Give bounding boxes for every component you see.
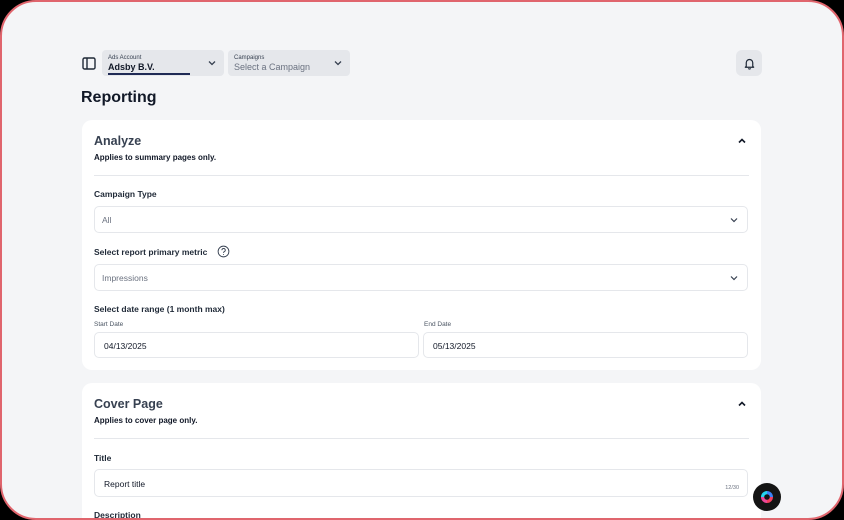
end-date-input[interactable]: 05/13/2025 (423, 332, 748, 358)
end-date-label: End Date (424, 321, 452, 328)
collapse-cover-button[interactable] (735, 397, 749, 411)
question-circle-icon[interactable] (217, 245, 230, 258)
chevron-down-icon (334, 61, 342, 66)
report-title-input[interactable]: Report title 12/30 (94, 469, 748, 497)
campaigns-caption: Campaigns (234, 55, 265, 61)
date-range-label: Select date range (1 month max) (94, 304, 225, 314)
chevron-down-icon (208, 61, 216, 66)
assistant-launcher-button[interactable] (753, 483, 781, 511)
campaign-type-select[interactable]: All (94, 206, 748, 233)
app-window: Ads Account Adsby B.V. Campaigns Select … (0, 0, 844, 520)
chevron-down-icon (730, 276, 738, 281)
campaigns-value: Select a Campaign (234, 62, 311, 72)
end-date-value: 05/13/2025 (433, 341, 476, 351)
collapse-analyze-button[interactable] (735, 134, 749, 148)
start-date-label: Start Date (94, 321, 124, 328)
chevron-up-icon (738, 138, 746, 144)
primary-metric-label: Select report primary metric (94, 247, 208, 257)
ads-account-caption: Ads Account (108, 55, 142, 61)
primary-metric-select[interactable]: Impressions (94, 264, 748, 291)
page-title: Reporting (81, 89, 157, 106)
section-divider (94, 175, 749, 176)
ads-account-underline (108, 73, 190, 75)
cover-page-title: Cover Page (94, 397, 163, 411)
chevron-down-icon (730, 218, 738, 223)
title-char-counter: 12/30 (725, 485, 739, 491)
assistant-logo-icon (761, 491, 773, 503)
cover-page-subtitle: Applies to cover page only. (94, 416, 198, 425)
start-date-input[interactable]: 04/13/2025 (94, 332, 419, 358)
sidebar-toggle-icon[interactable] (80, 54, 98, 72)
primary-metric-value: Impressions (102, 273, 148, 283)
campaign-type-label: Campaign Type (94, 189, 157, 199)
top-bar: Ads Account Adsby B.V. Campaigns Select … (80, 50, 762, 76)
cover-page-section: Cover Page Applies to cover page only. T… (82, 383, 761, 520)
ads-account-selector[interactable]: Ads Account Adsby B.V. (102, 50, 224, 76)
analyze-title: Analyze (94, 134, 142, 148)
notifications-button[interactable] (736, 50, 762, 76)
start-date-value: 04/13/2025 (104, 341, 147, 351)
report-title-value: Report title (104, 479, 146, 489)
description-label: Description (94, 510, 141, 520)
chevron-up-icon (738, 401, 746, 407)
analyze-subtitle: Applies to summary pages only. (94, 153, 217, 162)
bell-icon (744, 58, 754, 70)
campaign-type-value: All (102, 215, 112, 225)
title-field-label: Title (94, 453, 112, 463)
section-divider (94, 438, 749, 439)
analyze-section: Analyze Applies to summary pages only. C… (82, 120, 761, 370)
ads-account-value: Adsby B.V. (108, 62, 155, 72)
campaign-selector[interactable]: Campaigns Select a Campaign (228, 50, 350, 76)
